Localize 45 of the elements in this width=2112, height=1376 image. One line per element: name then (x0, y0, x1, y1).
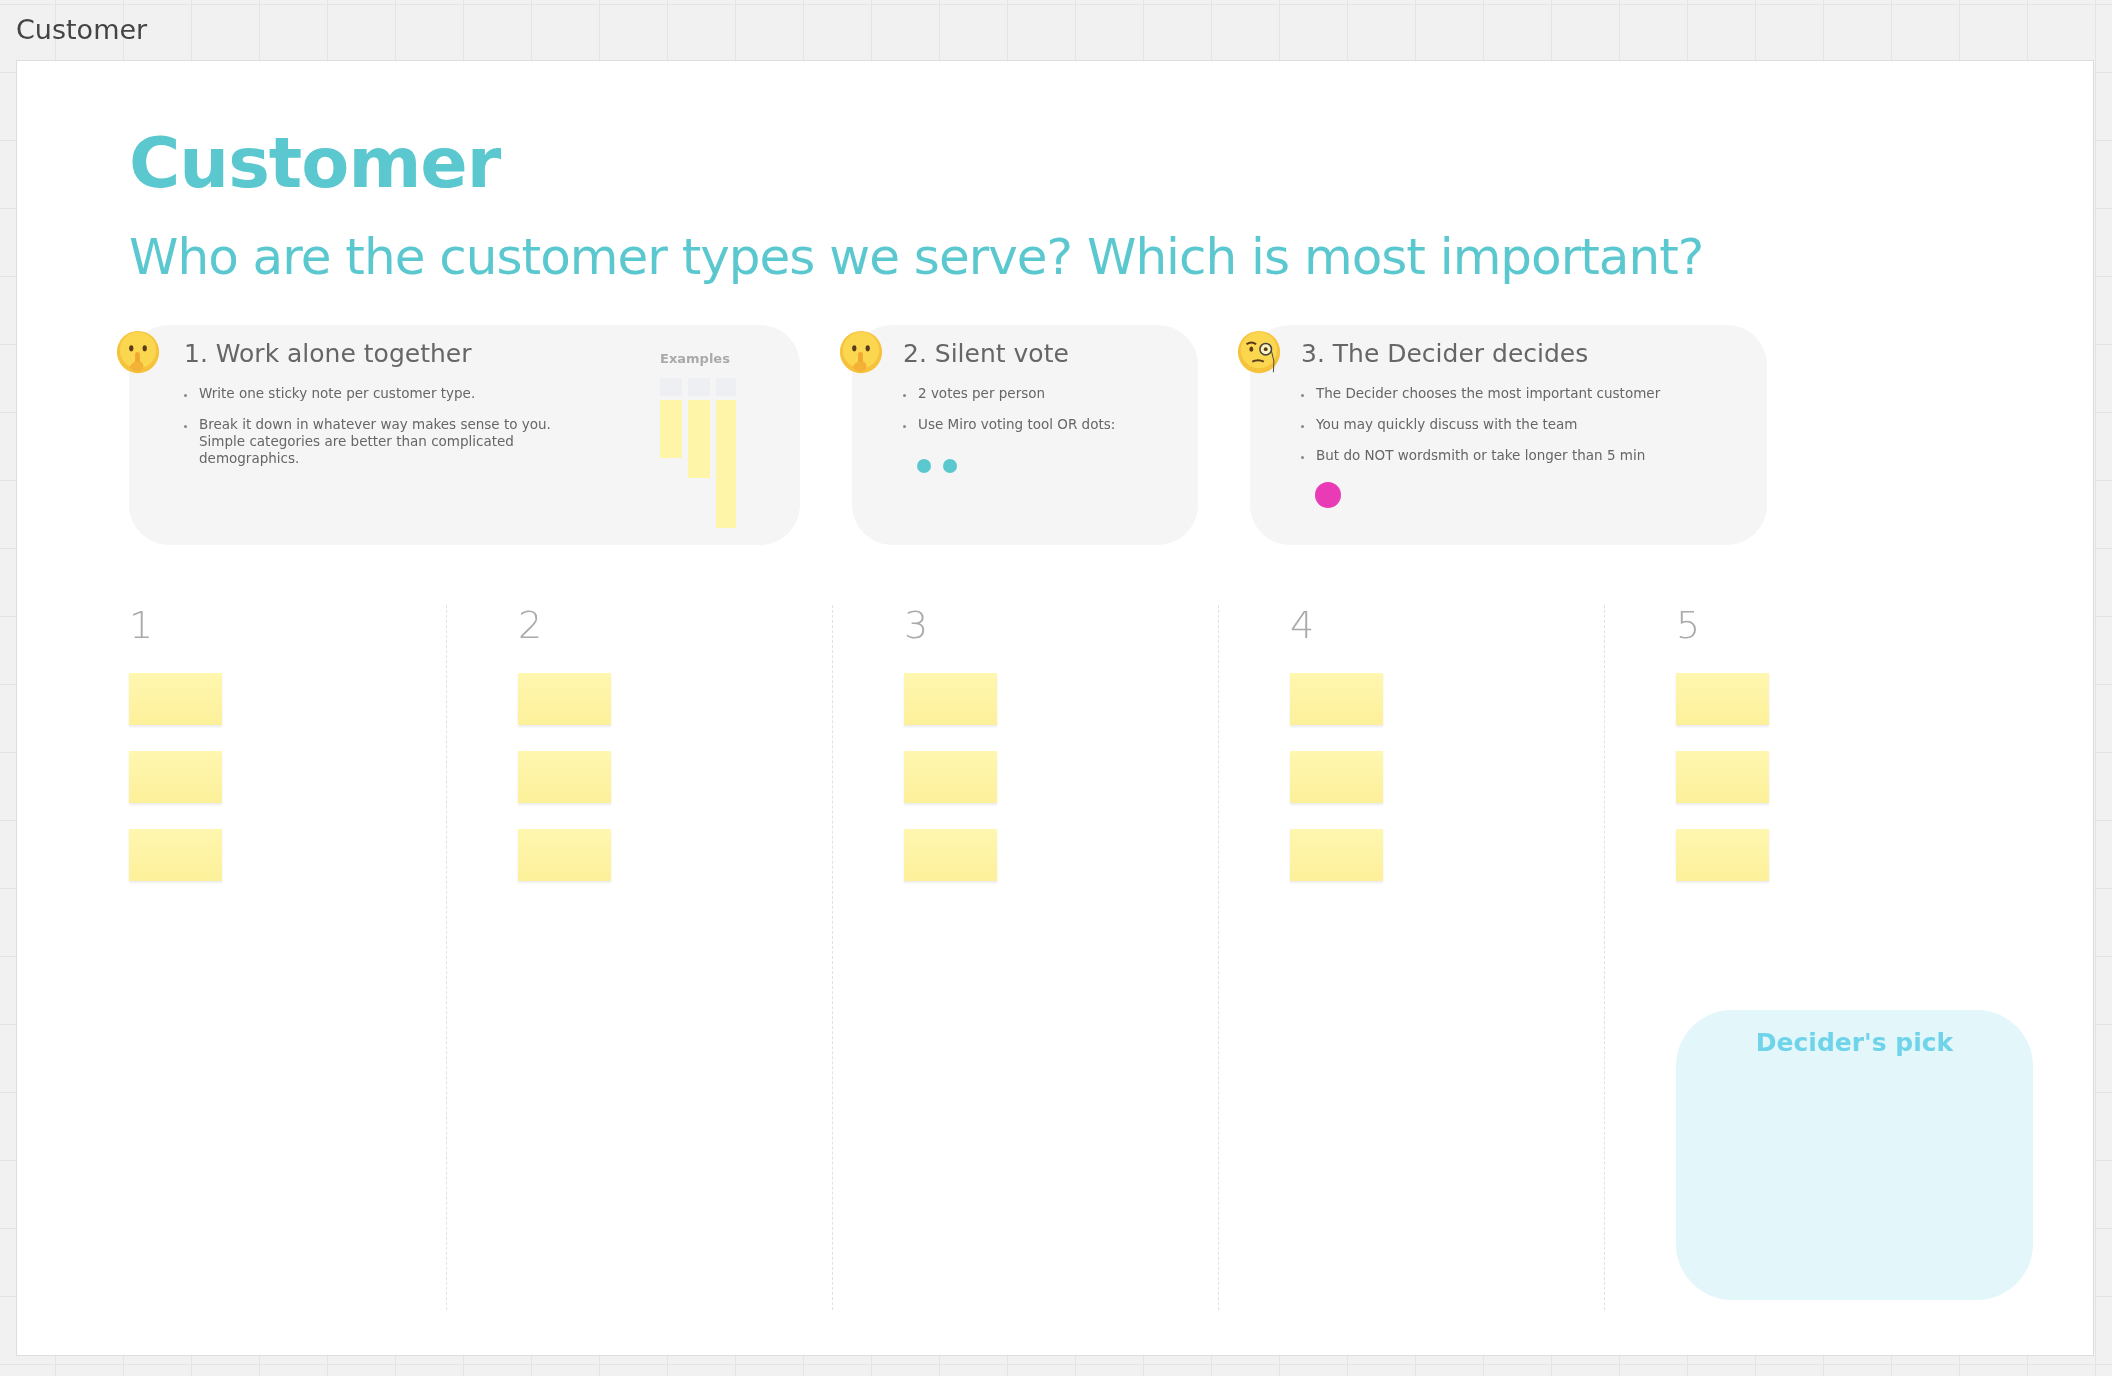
sticky-note[interactable] (1676, 829, 1769, 881)
bullet-icon (903, 394, 906, 397)
sticky-note[interactable] (1290, 673, 1383, 725)
sticky-note[interactable] (904, 673, 997, 725)
column-number: 5 (1676, 605, 1702, 645)
sticky-note[interactable] (1290, 751, 1383, 803)
bullet-text: But do NOT wordsmith or take longer than 5 min (1316, 447, 1646, 464)
bullet-icon (1301, 425, 1304, 428)
sticky-note[interactable] (904, 829, 997, 881)
vote-dot[interactable] (943, 459, 957, 473)
column-number: 1 (129, 605, 155, 645)
bullet-text: You may quickly discuss with the team (1316, 416, 1578, 433)
sticky-note[interactable] (518, 751, 611, 803)
card-heading: 2. Silent vote (903, 338, 1070, 370)
sticky-note[interactable] (129, 673, 222, 725)
page-subtitle: Who are the customer types we serve? Which is most important? (129, 227, 1705, 287)
bullet-text: The Decider chooses the most important customer (1316, 385, 1661, 402)
vote-dot[interactable] (1315, 482, 1341, 508)
column-number: 3 (904, 605, 930, 645)
sticky-note[interactable] (1676, 751, 1769, 803)
bullet-text: 2 votes per person (918, 385, 1046, 402)
bullet-icon (184, 394, 187, 397)
bullet-icon (184, 425, 187, 428)
card-heading: 3. The Decider decides (1301, 338, 1590, 370)
bullet-icon (903, 425, 906, 428)
page-title: Customer (129, 121, 502, 205)
bullet-text: Use Miro voting tool OR dots: (918, 416, 1116, 433)
sticky-note[interactable] (1676, 673, 1769, 725)
sticky-note[interactable] (518, 829, 611, 881)
frame-label[interactable]: Customer (16, 10, 2112, 60)
card-heading: 1. Work alone together (184, 338, 473, 370)
bullet-text: Break it down in whatever way makes sense to you. Simple categories are better than complicated demographics. (199, 416, 552, 467)
decider-pick-label: Decider's pick (1755, 1028, 1954, 1059)
sticky-note[interactable] (129, 829, 222, 881)
column-number: 2 (518, 605, 544, 645)
sticky-note[interactable] (518, 673, 611, 725)
bullet-icon (1301, 456, 1304, 459)
bullet-icon (1301, 394, 1304, 397)
sticky-note[interactable] (904, 751, 997, 803)
sticky-note[interactable] (129, 751, 222, 803)
column-number: 4 (1290, 605, 1316, 645)
examples-label: Examples (660, 351, 731, 366)
sticky-note[interactable] (1290, 829, 1383, 881)
bullet-text: Write one sticky note per customer type. (199, 385, 476, 402)
vote-dot[interactable] (917, 459, 931, 473)
